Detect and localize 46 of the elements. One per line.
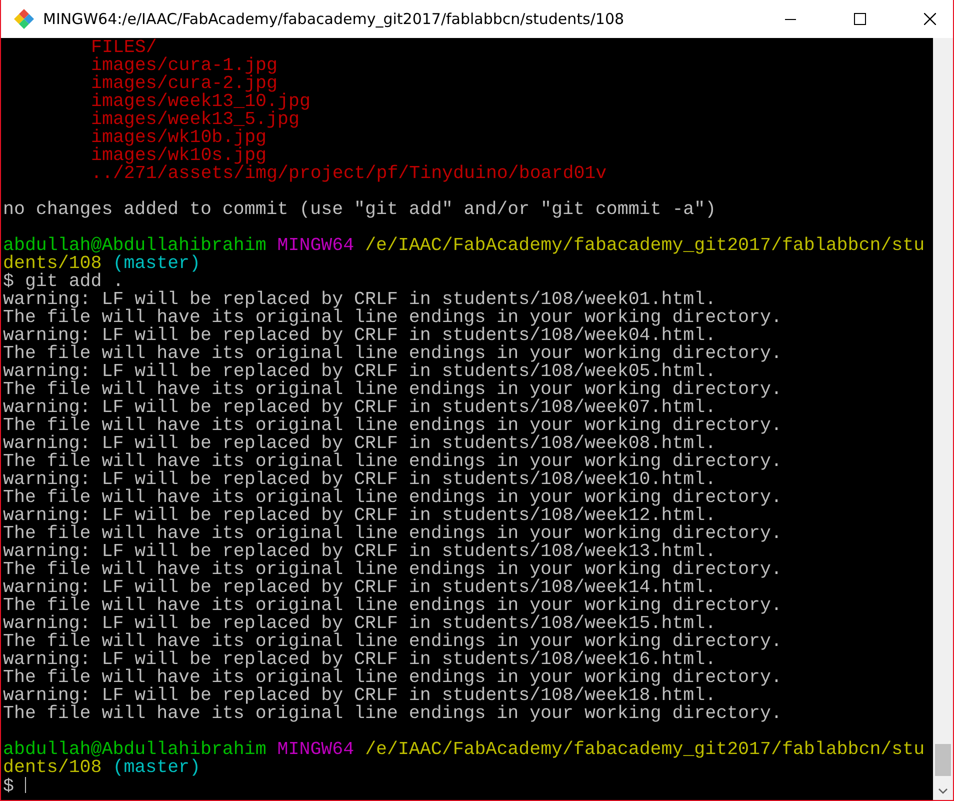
output-line: The file will have its original line endings in your working directory. [3,705,783,723]
window-title: MINGW64:/e/IAAC/FabAcademy/fabacademy_git2017/fablabbcn/students/108 [43,8,626,30]
output-line: The file will have its original line endings in your working directory. [3,489,783,507]
output-line: The file will have its original line endings in your working directory. [3,417,783,435]
output-line: warning: LF will be replaced by CRLF in students/108/week05.html. [3,363,716,381]
untracked-file: images/week13_5.jpg [90,111,300,129]
app-icon [13,8,35,30]
output-line: The file will have its original line endings in your working directory. [3,597,783,615]
scrollbar[interactable] [933,38,953,800]
prompt-symbol: $ [3,777,14,797]
output-line: warning: LF will be replaced by CRLF in students/108/week13.html. [3,543,716,561]
untracked-file: images/cura-2.jpg [90,75,278,93]
untracked-file: ../271/assets/img/project/pf/Tinyduino/board01v [90,165,608,183]
prompt-line: abdullah@Abdullahibrahim MINGW64 /e/IAAC/FabAcademy/fabacademy_git2017/fablabbcn/students/108 (master) [3,741,926,777]
output-line: The file will have its original line endings in your working directory. [3,381,783,399]
output-line: warning: LF will be replaced by CRLF in students/108/week18.html. [3,687,716,705]
output-line: The file will have its original line endings in your working directory. [3,669,783,687]
output-line: warning: LF will be replaced by CRLF in students/108/week12.html. [3,507,716,525]
scrollbar-thumb[interactable] [935,744,951,776]
command-line: $ git add . [3,273,125,291]
untracked-file: images/wk10b.jpg [90,129,268,147]
prompt-line: abdullah@Abdullahibrahim MINGW64 /e/IAAC/FabAcademy/fabacademy_git2017/fablabbcn/students/108 (master) [3,237,926,273]
output-line: warning: LF will be replaced by CRLF in students/108/week16.html. [3,651,716,669]
output-line: The file will have its original line endings in your working directory. [3,525,783,543]
output-line: The file will have its original line endings in your working directory. [3,345,783,363]
output-line: warning: LF will be replaced by CRLF in students/108/week10.html. [3,471,716,489]
scroll-down-icon[interactable] [938,788,948,794]
output-line: no changes added to commit (use "git add" and/or "git commit -a") [3,201,718,219]
output-line: warning: LF will be replaced by CRLF in students/108/week01.html. [3,291,716,309]
minimize-icon [784,18,796,20]
maximize-icon [854,13,866,25]
output-line: warning: LF will be replaced by CRLF in students/108/week15.html. [3,615,716,633]
untracked-file: images/wk10s.jpg [90,147,267,165]
output-line: The file will have its original line endings in your working directory. [3,561,783,579]
output-line: warning: LF will be replaced by CRLF in students/108/week14.html. [3,579,716,597]
untracked-file: images/week13_10.jpg [90,93,312,111]
output-line: warning: LF will be replaced by CRLF in students/108/week07.html. [3,399,716,417]
output-line: The file will have its original line endings in your working directory. [3,633,783,651]
output-line: The file will have its original line endings in your working directory. [3,453,783,471]
output-line: warning: LF will be replaced by CRLF in students/108/week04.html. [3,327,716,345]
untracked-file: images/cura-1.jpg [90,57,278,75]
output-line: The file will have its original line endings in your working directory. [3,309,783,327]
close-icon [924,13,936,25]
untracked-file: FILES/ [90,39,157,57]
text-cursor [24,777,26,793]
output-line: warning: LF will be replaced by CRLF in students/108/week08.html. [3,435,716,453]
